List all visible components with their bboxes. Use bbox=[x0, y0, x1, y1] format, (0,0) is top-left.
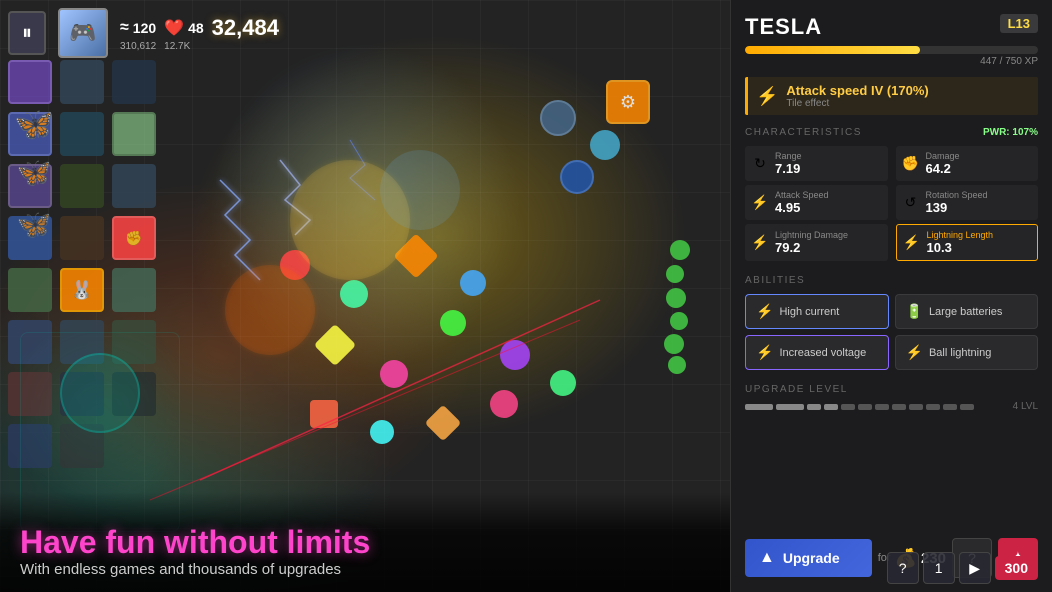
tile-effect-info: Attack speed IV (170%) Tile effect bbox=[786, 83, 928, 109]
tower-level: L13 bbox=[1000, 14, 1038, 33]
upgrade-dot-12 bbox=[960, 404, 974, 410]
ability-high-current[interactable]: ⚡ High current bbox=[745, 294, 889, 329]
currency-display: 310,612 bbox=[120, 41, 156, 52]
lives-stat: ❤️ 48 bbox=[164, 18, 204, 38]
stat-lightning-length: ⚡ Lightning length 10.3 bbox=[896, 224, 1039, 261]
mini-icon-2-label: 1 bbox=[935, 560, 943, 576]
red-value-label: 300 bbox=[1005, 560, 1028, 576]
upgrade-level-label: 4 LVL bbox=[1013, 401, 1038, 412]
tower-name: TESLA bbox=[745, 14, 822, 40]
mini-icon-1[interactable]: ? bbox=[887, 552, 919, 584]
stat-attack-speed: ⚡ Attack speed 4.95 bbox=[745, 185, 888, 220]
lives-icon: ❤️ bbox=[164, 18, 184, 38]
lightning-length-icon: ⚡ bbox=[903, 234, 921, 251]
hud-top: ⏸ 🎮 ≈ 120 ❤️ 48 32,484 310,612 12.7K bbox=[8, 8, 279, 58]
upgrade-dot-2 bbox=[776, 404, 804, 410]
abilities-grid: ⚡ High current 🔋 Large batteries ⚡ Incre… bbox=[745, 294, 1038, 370]
pwr-badge: PWR: 107% bbox=[983, 127, 1038, 138]
pause-icon: ⏸ bbox=[22, 22, 32, 45]
large-batteries-icon: 🔋 bbox=[906, 303, 923, 320]
mini-icon-3-label: ▶ bbox=[969, 560, 980, 577]
xp-bar bbox=[745, 46, 1038, 54]
upgrade-dot-8 bbox=[892, 404, 906, 410]
ability-increased-voltage[interactable]: ⚡ Increased voltage bbox=[745, 335, 889, 370]
upgrade-dot-10 bbox=[926, 404, 940, 410]
upgrade-dot-4 bbox=[824, 404, 838, 410]
voltage-label: Increased voltage bbox=[779, 347, 866, 359]
upgrade-dot-7 bbox=[875, 404, 889, 410]
mdps-display: 12.7K bbox=[164, 41, 190, 52]
stat-lightning-damage: ⚡ Lightning damage 79.2 bbox=[745, 224, 888, 261]
xp-text: 447 / 750 XP bbox=[745, 56, 1038, 67]
wave-icon: ≈ bbox=[120, 19, 129, 37]
ability-large-batteries[interactable]: 🔋 Large batteries bbox=[895, 294, 1039, 329]
upgrade-level-title: UPGRADE LEVEL bbox=[745, 384, 1038, 395]
score-display: 32,484 bbox=[212, 15, 279, 41]
upgrade-dot-9 bbox=[909, 404, 923, 410]
upgrade-dot-5 bbox=[841, 404, 855, 410]
stat-rotation-speed: ↺ Rotation speed 139 bbox=[896, 185, 1039, 220]
tile-effect-name: Attack speed IV (170%) bbox=[786, 83, 928, 98]
pause-button[interactable]: ⏸ bbox=[8, 11, 46, 55]
right-panel: TESLA L13 447 / 750 XP ⚡ Attack speed IV… bbox=[730, 0, 1052, 592]
upgrade-level-section: UPGRADE LEVEL 4 LVL bbox=[745, 384, 1038, 414]
mini-icon-2[interactable]: 1 bbox=[923, 552, 955, 584]
bottom-banner: Have fun without limits With endless gam… bbox=[0, 492, 730, 592]
tile-effect-row: ⚡ Attack speed IV (170%) Tile effect bbox=[745, 77, 1038, 115]
xp-bar-fill bbox=[745, 46, 920, 54]
banner-title: Have fun without limits bbox=[20, 524, 710, 561]
stats-grid: ↻ Range 7.19 ✊ Damage 64.2 ⚡ Attack spee… bbox=[745, 146, 1038, 261]
abilities-title: ABILITIES bbox=[745, 275, 1038, 286]
tile-effect-label: Tile effect bbox=[786, 98, 928, 109]
mini-icon-3[interactable]: ▶ bbox=[959, 552, 991, 584]
ball-lightning-label: Ball lightning bbox=[929, 347, 991, 359]
game-area: 🐰 ✊ bbox=[0, 0, 730, 592]
characteristics-header: CHARACTERISTICS PWR: 107% bbox=[745, 127, 1038, 138]
wave-stat: ≈ 120 bbox=[120, 19, 156, 37]
hud-stats: ≈ 120 ❤️ 48 32,484 310,612 12.7K bbox=[120, 15, 279, 52]
bottom-right-actions: ? 1 ▶ 300 bbox=[887, 552, 1038, 584]
ball-lightning-icon: ⚡ bbox=[906, 344, 923, 361]
abilities-section: ABILITIES ⚡ High current 🔋 Large batteri… bbox=[745, 275, 1038, 370]
voltage-icon: ⚡ bbox=[756, 344, 773, 361]
tile-effect-icon: ⚡ bbox=[756, 86, 778, 107]
range-icon: ↻ bbox=[751, 155, 769, 172]
upgrade-dot-1 bbox=[745, 404, 773, 410]
upgrade-dot-3 bbox=[807, 404, 821, 410]
stat-range: ↻ Range 7.19 bbox=[745, 146, 888, 181]
upgrade-button[interactable]: ▲ Upgrade bbox=[745, 539, 872, 577]
mini-icon-1-label: ? bbox=[899, 560, 907, 576]
stat-damage: ✊ Damage 64.2 bbox=[896, 146, 1039, 181]
red-value-btn[interactable]: 300 bbox=[995, 556, 1038, 580]
characteristics-title: CHARACTERISTICS bbox=[745, 127, 862, 138]
upgrade-dot-11 bbox=[943, 404, 957, 410]
ability-ball-lightning[interactable]: ⚡ Ball lightning bbox=[895, 335, 1039, 370]
upgrade-dot-6 bbox=[858, 404, 872, 410]
banner-subtitle: With endless games and thousands of upgr… bbox=[20, 561, 710, 578]
damage-icon: ✊ bbox=[902, 155, 920, 172]
lightning-damage-icon: ⚡ bbox=[751, 234, 769, 251]
large-batteries-label: Large batteries bbox=[929, 306, 1002, 318]
upgrade-arrow-icon: ▲ bbox=[759, 549, 775, 567]
rotation-icon: ↺ bbox=[902, 194, 920, 211]
high-current-icon: ⚡ bbox=[756, 303, 773, 320]
player-avatar: 🎮 bbox=[58, 8, 108, 58]
tower-header: TESLA L13 bbox=[745, 14, 1038, 40]
high-current-label: High current bbox=[779, 306, 839, 318]
attack-speed-icon: ⚡ bbox=[751, 194, 769, 211]
